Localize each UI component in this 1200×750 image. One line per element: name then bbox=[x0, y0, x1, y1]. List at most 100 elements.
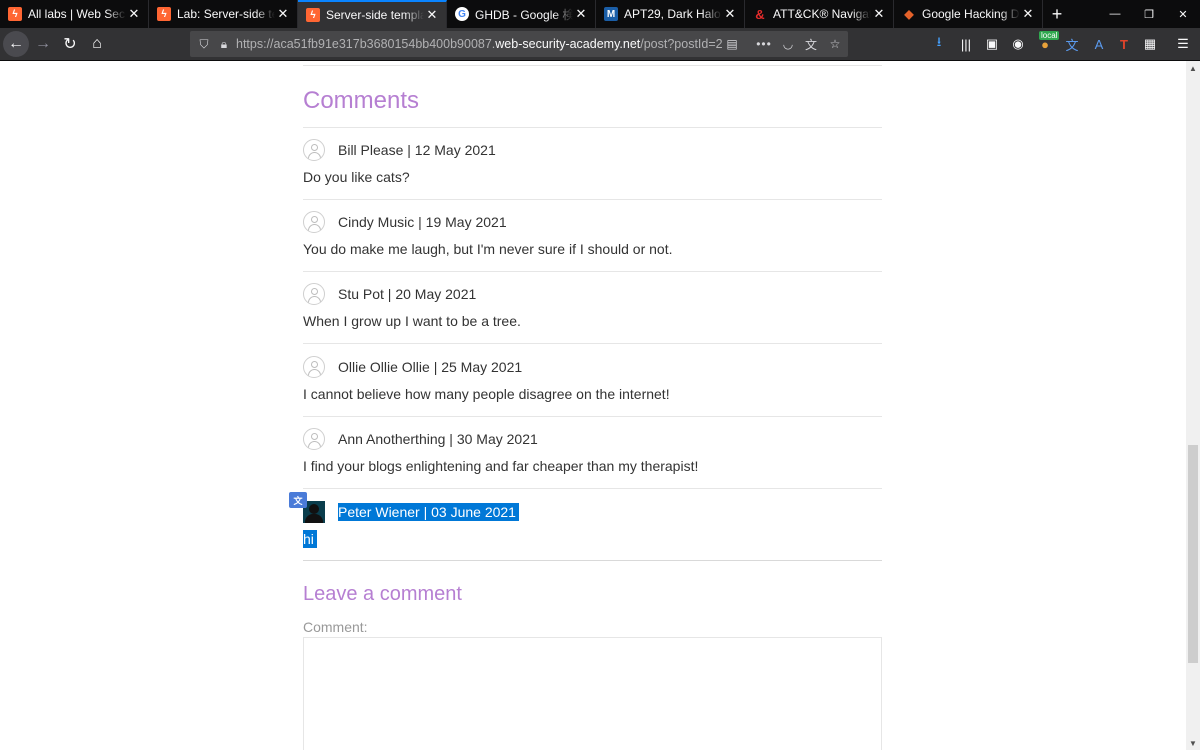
pocket-icon[interactable]: ◡ bbox=[780, 36, 796, 52]
page-actions-icon[interactable]: ••• bbox=[756, 36, 772, 52]
comment-meta: Bill Please | 12 May 2021 bbox=[338, 142, 496, 158]
translate-popup-icon[interactable]: 文 bbox=[289, 492, 307, 508]
close-tab-icon[interactable]: ✕ bbox=[871, 6, 887, 22]
comment-textarea[interactable] bbox=[303, 637, 882, 750]
language-icon[interactable]: A bbox=[1090, 35, 1108, 53]
reader-view-icon[interactable]: ▤ bbox=[724, 36, 740, 52]
close-tab-icon[interactable]: ✕ bbox=[722, 6, 738, 22]
comment-text: When I grow up I want to be a tree. bbox=[303, 313, 521, 329]
portswigger-icon: ϟ bbox=[8, 7, 22, 21]
divider bbox=[303, 343, 882, 344]
avatar-icon bbox=[303, 356, 325, 378]
tab-title: Server-side template injection bbox=[326, 8, 424, 22]
selected-text: hi bbox=[303, 530, 317, 548]
close-tab-icon[interactable]: ✕ bbox=[1020, 6, 1036, 22]
tab-6[interactable]: ◆ Google Hacking Database ✕ bbox=[894, 0, 1043, 28]
extension-badge: local bbox=[1039, 31, 1060, 40]
bookmark-star-icon[interactable]: ☆ bbox=[827, 36, 843, 52]
tab-4[interactable]: M APT29, Dark Halo, StellarParticle ✕ bbox=[596, 0, 745, 28]
tab-5[interactable]: & ATT&CK® Navigator ✕ bbox=[745, 0, 894, 28]
avatar-icon bbox=[303, 211, 325, 233]
navigation-toolbar: ← → ↻ ⌂ ⛉ 🔒︎ https://aca51fb91e317b36801… bbox=[0, 28, 1200, 61]
divider bbox=[303, 199, 882, 200]
comment-text: You do make me laugh, but I'm never sure… bbox=[303, 241, 673, 257]
tab-title: All labs | Web Security Academy bbox=[28, 7, 126, 21]
close-tab-icon[interactable]: ✕ bbox=[126, 6, 142, 22]
avatar-icon bbox=[303, 283, 325, 305]
close-window-icon[interactable]: ✕ bbox=[1166, 0, 1200, 28]
back-arrow-icon: ← bbox=[8, 35, 24, 52]
page-viewport: Comments Bill Please | 12 May 2021 Do yo… bbox=[0, 61, 1186, 750]
address-bar[interactable]: ⛉ 🔒︎ https://aca51fb91e317b3680154bb400b… bbox=[190, 31, 848, 57]
close-tab-icon[interactable]: ✕ bbox=[275, 6, 291, 22]
tab-3[interactable]: G GHDB - Google 検索 ✕ bbox=[447, 0, 596, 28]
home-icon: ⌂ bbox=[92, 35, 102, 52]
tab-title: ATT&CK® Navigator bbox=[773, 7, 871, 21]
mitre-icon: M bbox=[604, 7, 618, 21]
selected-meta: Peter Wiener | 03 June 2021 bbox=[338, 503, 519, 521]
divider bbox=[303, 416, 882, 417]
attack-navigator-icon: & bbox=[755, 6, 765, 22]
tab-2[interactable]: ϟ Server-side template injection ✕ bbox=[298, 0, 447, 28]
comment-meta: Ollie Ollie Ollie | 25 May 2021 bbox=[338, 359, 523, 375]
tab-title: Google Hacking Database bbox=[922, 7, 1020, 21]
scroll-up-icon[interactable]: ▲ bbox=[1186, 61, 1200, 75]
t-extension-icon[interactable]: T bbox=[1115, 35, 1133, 53]
extensions-grid-icon[interactable]: ▦ bbox=[1141, 35, 1159, 53]
tab-strip: ϟ All labs | Web Security Academy ✕ ϟ La… bbox=[0, 0, 1200, 28]
tab-1[interactable]: ϟ Lab: Server-side template injection ✕ bbox=[149, 0, 298, 28]
scroll-down-icon[interactable]: ▼ bbox=[1186, 736, 1200, 750]
avatar-icon bbox=[303, 139, 325, 161]
comment-text: Do you like cats? bbox=[303, 169, 410, 185]
close-tab-icon[interactable]: ✕ bbox=[424, 7, 440, 23]
comment-text: I cannot believe how many people disagre… bbox=[303, 386, 670, 402]
translate-icon[interactable]: 文 bbox=[803, 36, 819, 52]
restore-icon[interactable]: ❐ bbox=[1132, 0, 1166, 28]
comment-text: I find your blogs enlightening and far c… bbox=[303, 458, 699, 474]
library-icon[interactable]: ||| bbox=[957, 35, 975, 53]
reload-icon: ↻ bbox=[63, 36, 77, 53]
exploit-db-icon: ◆ bbox=[904, 7, 914, 21]
downloads-icon[interactable]: ⭳ bbox=[930, 34, 948, 53]
url-path: /post?postId=2 bbox=[640, 37, 723, 51]
divider bbox=[303, 488, 882, 489]
comments-heading: Comments bbox=[303, 87, 420, 114]
menu-icon[interactable]: ☰ bbox=[1174, 35, 1192, 53]
comment-text: hi bbox=[303, 530, 317, 548]
close-tab-icon[interactable]: ✕ bbox=[573, 6, 589, 22]
comment-field-label: Comment: bbox=[303, 619, 368, 635]
forward-button[interactable]: → bbox=[30, 31, 56, 57]
url-host: web-security-academy.net bbox=[495, 37, 641, 51]
vertical-scrollbar[interactable]: ▲ ▼ bbox=[1186, 61, 1200, 750]
tab-title: APT29, Dark Halo, StellarParticle bbox=[624, 7, 722, 21]
leave-comment-heading: Leave a comment bbox=[303, 583, 462, 605]
minimize-icon[interactable]: — bbox=[1098, 0, 1132, 28]
home-button[interactable]: ⌂ bbox=[84, 31, 110, 57]
divider bbox=[303, 65, 882, 66]
tab-title: GHDB - Google 検索 bbox=[475, 7, 573, 22]
sidebar-icon[interactable]: ▣ bbox=[983, 35, 1001, 53]
reload-button[interactable]: ↻ bbox=[57, 31, 83, 57]
lock-icon[interactable]: 🔒︎ bbox=[216, 36, 232, 52]
translate-extension-icon[interactable]: 文 bbox=[1063, 35, 1081, 53]
avatar-icon bbox=[303, 428, 325, 450]
comment-meta: Cindy Music | 19 May 2021 bbox=[338, 214, 507, 230]
account-icon[interactable]: ◉ bbox=[1009, 35, 1027, 53]
divider bbox=[303, 127, 882, 128]
google-icon: G bbox=[455, 7, 469, 21]
new-tab-button[interactable]: + bbox=[1043, 0, 1071, 28]
comment-meta: Stu Pot | 20 May 2021 bbox=[338, 286, 477, 302]
divider bbox=[303, 271, 882, 272]
scrollbar-thumb[interactable] bbox=[1188, 445, 1198, 663]
comment-meta: Peter Wiener | 03 June 2021 bbox=[338, 503, 519, 521]
comment-meta: Ann Anotherthing | 30 May 2021 bbox=[338, 431, 538, 447]
shield-icon[interactable]: ⛉ bbox=[196, 36, 212, 52]
tab-title: Lab: Server-side template injection bbox=[177, 7, 275, 21]
url-prefix: https://aca51fb91e317b3680154bb400b90087… bbox=[236, 37, 496, 51]
portswigger-icon: ϟ bbox=[157, 7, 171, 21]
portswigger-icon: ϟ bbox=[306, 8, 320, 22]
divider bbox=[303, 560, 882, 561]
back-button[interactable]: ← bbox=[3, 31, 29, 57]
url-text[interactable]: https://aca51fb91e317b3680154bb400b90087… bbox=[236, 37, 723, 51]
tab-0[interactable]: ϟ All labs | Web Security Academy ✕ bbox=[0, 0, 149, 28]
